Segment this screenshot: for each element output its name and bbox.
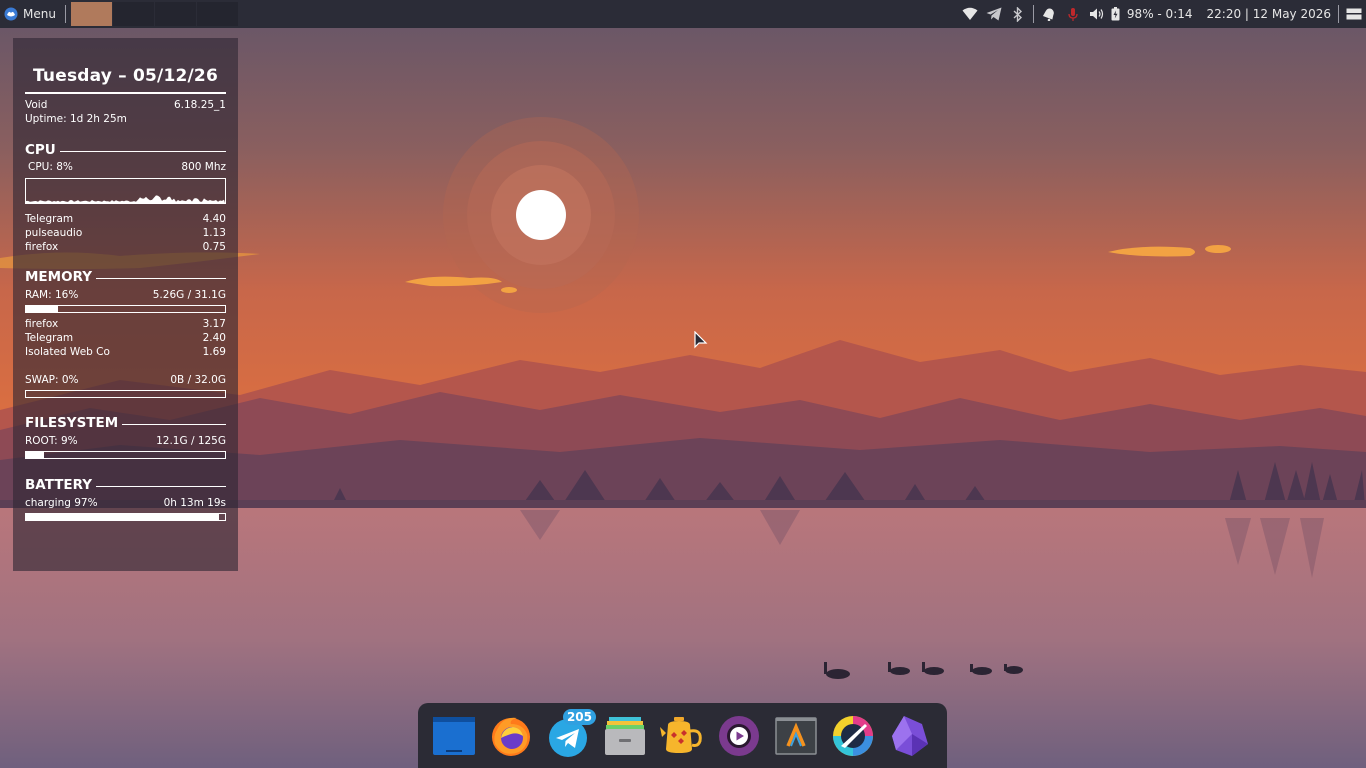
memory-section-heading: MEMORY bbox=[25, 268, 226, 286]
ram-bar bbox=[25, 305, 226, 313]
cpu-process-row: Telegram 4.40 bbox=[25, 213, 226, 225]
conky-system-monitor: Tuesday – 05/12/26 Void 6.18.25_1 Uptime… bbox=[13, 38, 238, 571]
media-player-icon bbox=[719, 715, 759, 756]
swap-amount: 0B / 32.0G bbox=[170, 374, 226, 386]
cpu-section-heading: CPU bbox=[25, 141, 226, 159]
system-tray: 98% - 0:14 22:20 | 12 May 2026 bbox=[958, 0, 1366, 28]
clock[interactable]: 22:20 | 12 May 2026 bbox=[1203, 7, 1336, 21]
panel-separator bbox=[64, 5, 66, 23]
memory-process-row: Telegram 2.40 bbox=[25, 332, 226, 344]
ram-usage: RAM: 16% bbox=[25, 289, 79, 301]
wifi-icon[interactable] bbox=[958, 0, 982, 28]
firefox-icon bbox=[492, 717, 530, 756]
tray-separator bbox=[1032, 5, 1034, 23]
cpu-frequency: 800 Mhz bbox=[181, 161, 226, 173]
dock-item-terminal[interactable] bbox=[772, 712, 820, 760]
dock-item-krita[interactable] bbox=[829, 712, 877, 760]
dock-item-media-player[interactable] bbox=[715, 712, 763, 760]
krita-icon bbox=[833, 715, 873, 756]
root-bar bbox=[25, 451, 226, 459]
workspace-2[interactable] bbox=[112, 2, 155, 26]
workspace-4[interactable] bbox=[196, 2, 239, 26]
cpu-top-processes: Telegram 4.40 pulseaudio 1.13 firefox 0.75 bbox=[25, 212, 226, 254]
menu-label: Menu bbox=[23, 7, 56, 21]
swap-usage: SWAP: 0% bbox=[25, 374, 79, 386]
battery-status-text[interactable]: 98% - 0:14 bbox=[1123, 7, 1197, 21]
cpu-process-row: pulseaudio 1.13 bbox=[25, 227, 226, 239]
distro-name: Void bbox=[25, 99, 48, 111]
battery-charge: charging 97% bbox=[25, 497, 98, 509]
dock-item-teapot-app[interactable] bbox=[658, 712, 706, 760]
telegram-icon[interactable] bbox=[982, 0, 1006, 28]
microphone-muted-icon[interactable] bbox=[1061, 0, 1085, 28]
terminal-icon bbox=[775, 716, 817, 755]
battery-time: 0h 13m 19s bbox=[163, 497, 226, 509]
memory-process-row: Isolated Web Co 1.69 bbox=[25, 346, 226, 358]
tray-separator-right bbox=[1338, 5, 1339, 23]
root-usage: ROOT: 9% bbox=[25, 435, 78, 447]
notification-bell-icon[interactable] bbox=[1037, 0, 1061, 28]
uptime: Uptime: 1d 2h 25m bbox=[25, 113, 127, 125]
cpu-process-row: firefox 0.75 bbox=[25, 241, 226, 253]
battery-section-heading: BATTERY bbox=[25, 476, 226, 494]
cpu-graph bbox=[25, 178, 226, 204]
dock-item-obsidian[interactable] bbox=[886, 712, 934, 760]
memory-top-processes: firefox 3.17 Telegram 2.40 Isolated Web Co… bbox=[25, 317, 226, 359]
cpu-usage: CPU: 8% bbox=[28, 161, 73, 173]
teapot-app-icon bbox=[660, 716, 702, 753]
dock-item-firefox[interactable] bbox=[487, 712, 535, 760]
volume-icon[interactable] bbox=[1085, 0, 1109, 28]
battery-icon[interactable] bbox=[1109, 0, 1123, 28]
root-amount: 12.1G / 125G bbox=[156, 435, 226, 447]
application-dock: 205 bbox=[418, 703, 947, 768]
ram-amount: 5.26G / 31.1G bbox=[152, 289, 226, 301]
workspace-3[interactable] bbox=[154, 2, 197, 26]
top-panel: Menu 98% - 0:14 22:20 | 12 May 2026 bbox=[0, 0, 1366, 28]
mouse-cursor-icon bbox=[694, 331, 708, 349]
swap-bar bbox=[25, 390, 226, 398]
dock-item-telegram[interactable]: 205 bbox=[544, 708, 596, 760]
file-manager-icon bbox=[605, 716, 645, 755]
obsidian-icon bbox=[892, 715, 928, 756]
battery-bar bbox=[25, 513, 226, 521]
distro-logo-icon bbox=[4, 7, 18, 21]
conky-date: Tuesday – 05/12/26 bbox=[32, 66, 218, 86]
conky-date-rule bbox=[25, 92, 226, 94]
dock-item-file-manager[interactable] bbox=[601, 712, 649, 760]
telegram-unread-badge: 205 bbox=[562, 708, 596, 725]
workspace-1[interactable] bbox=[70, 2, 113, 26]
dock-item-window-manager[interactable] bbox=[430, 712, 478, 760]
bluetooth-icon[interactable] bbox=[1006, 0, 1030, 28]
memory-process-row: firefox 3.17 bbox=[25, 318, 226, 330]
menu-button[interactable]: Menu bbox=[0, 0, 62, 28]
filesystem-section-heading: FILESYSTEM bbox=[25, 414, 226, 432]
show-desktop-button[interactable] bbox=[1342, 0, 1366, 28]
workspace-switcher bbox=[70, 2, 239, 26]
kernel-version: 6.18.25_1 bbox=[173, 99, 226, 111]
window-manager-icon bbox=[433, 716, 475, 755]
